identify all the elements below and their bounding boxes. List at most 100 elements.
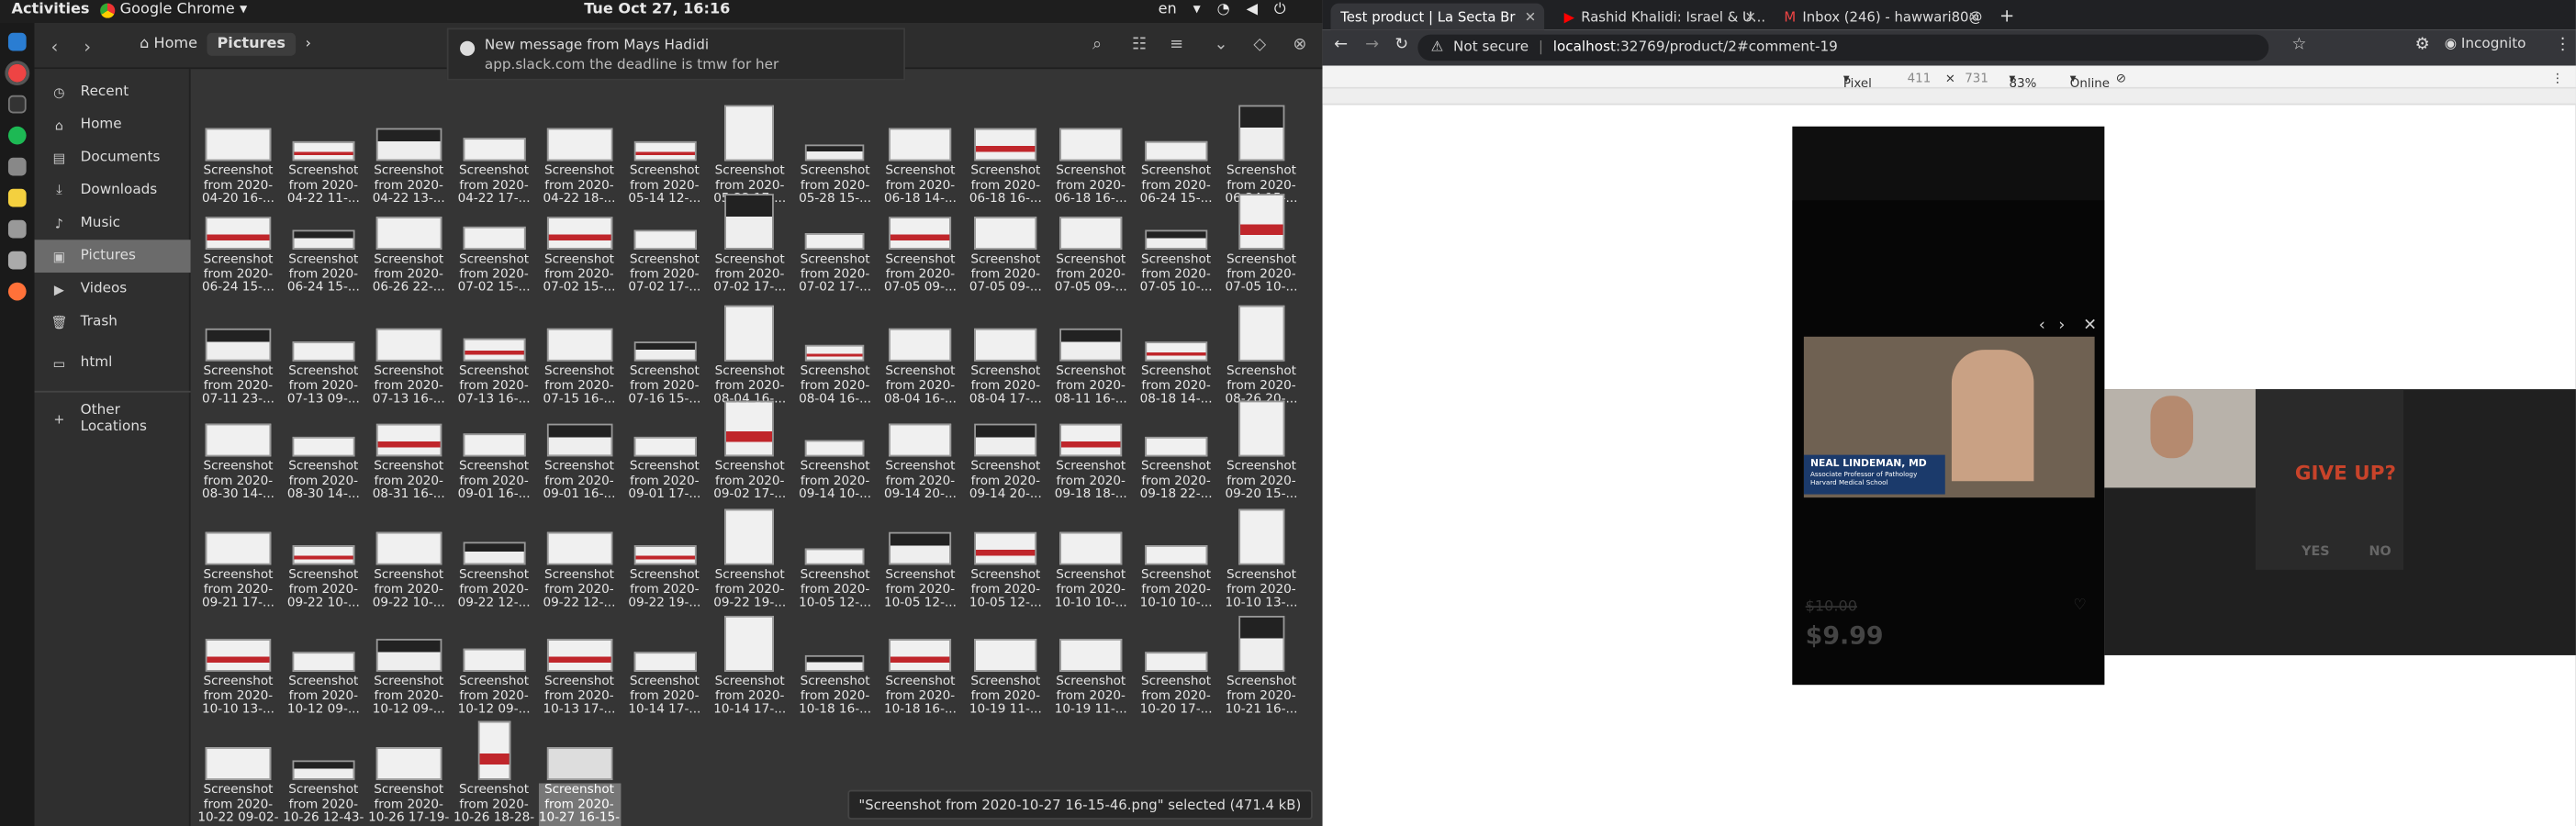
file-item[interactable]: Screenshot from 2020-09-22 10-... <box>367 506 449 609</box>
file-item[interactable]: Screenshot from 2020-08-04 17-... <box>965 302 1047 406</box>
device-height[interactable]: 731 <box>1965 71 1988 85</box>
close-icon[interactable]: ✕ <box>2083 317 2097 335</box>
video-frame[interactable]: NEAL LINDEMAN, MD Associate Professor of… <box>1803 336 2095 498</box>
file-item[interactable]: Screenshot from 2020-08-18 14-... <box>1135 302 1216 406</box>
new-tab-icon[interactable]: + <box>1999 5 2014 26</box>
file-item[interactable]: Screenshot from 2020-07-02 15-... <box>538 191 620 294</box>
tab-gmail[interactable]: M Inbox (246) - hawwari80@ ✕ <box>1775 4 1988 30</box>
clock[interactable]: Tue Oct 27, 16:16 <box>0 2 1315 18</box>
notification-banner[interactable]: New message from Mays Hadidi app.slack.c… <box>446 28 906 81</box>
language-indicator[interactable]: en <box>1159 2 1177 18</box>
kebab-menu-icon[interactable]: ⋮ <box>2555 36 2571 54</box>
file-item[interactable]: Screenshot from 2020-06-24 15-... <box>283 191 364 294</box>
back-icon[interactable]: ‹ <box>50 36 58 57</box>
file-item[interactable]: Screenshot from 2020-09-18 18-... <box>1049 397 1131 501</box>
notes-icon[interactable] <box>7 188 27 207</box>
file-item[interactable]: Screenshot from 2020-09-14 10-... <box>794 397 876 501</box>
file-item[interactable]: Screenshot from 2020-06-24 15-... <box>1135 102 1216 206</box>
file-item[interactable]: Screenshot from 2020-08-04 16-... <box>709 302 790 406</box>
spotify-icon[interactable] <box>7 126 27 145</box>
file-item[interactable]: Screenshot from 2020-07-13 16-... <box>453 302 534 406</box>
star-icon[interactable]: ☆ <box>2291 36 2306 54</box>
file-item[interactable]: Screenshot from 2020-04-22 17-... <box>453 102 534 206</box>
sidebar-item-home[interactable]: ⌂ Home <box>35 108 191 141</box>
crumb-home[interactable]: ⌂ Home <box>140 36 197 52</box>
network-select[interactable]: Online ▾ <box>2070 71 2110 90</box>
file-item[interactable]: Screenshot from 2020-10-12 09-... <box>453 612 534 716</box>
tools-icon[interactable] <box>7 251 27 270</box>
close-tab-icon[interactable]: ✕ <box>1968 8 1979 25</box>
file-item[interactable]: Screenshot from 2020-09-20 15-... <box>1220 397 1302 501</box>
tab-test-product[interactable]: Test product | La Secta Br ✕ <box>1330 3 1545 30</box>
tab-youtube[interactable]: ▶ Rashid Khalidi: Israel & U... ✕ <box>1554 4 1764 30</box>
heart-icon[interactable]: ♡ <box>2073 597 2086 614</box>
files-icon[interactable] <box>7 157 27 176</box>
file-item[interactable]: Screenshot from 2020-10-18 16-... <box>879 612 961 716</box>
file-item[interactable]: Screenshot from 2020-07-13 16-... <box>367 302 449 406</box>
file-item[interactable]: Screenshot from 2020-05-28 15-... <box>794 102 876 206</box>
file-item[interactable]: Screenshot from 2020-07-15 16-... <box>538 302 620 406</box>
sidebar-item-music[interactable]: ♪ Music <box>35 206 191 240</box>
file-item[interactable]: Screenshot from 2020-07-02 15-... <box>453 191 534 294</box>
file-item[interactable]: Screenshot from 2020-09-22 10-... <box>283 506 364 609</box>
file-item[interactable]: Screenshot from 2020-10-10 10-... <box>1135 506 1216 609</box>
file-item[interactable]: Screenshot from 2020-09-01 16-... <box>453 397 534 501</box>
file-item[interactable]: Screenshot from 2020-10-05 12-... <box>965 506 1047 609</box>
file-item[interactable]: Screenshot from 2020-06-26 22-... <box>367 191 449 294</box>
firefox-icon[interactable] <box>7 282 27 301</box>
zoom-select[interactable]: 83% ▾ <box>2010 71 2037 90</box>
kebab-menu-icon[interactable]: ⋮ <box>2551 71 2563 85</box>
extensions-icon[interactable]: ⚙ <box>2415 36 2430 54</box>
file-item[interactable]: Screenshot from 2020-10-14 17-... <box>709 612 790 716</box>
file-item[interactable]: Screenshot from 2020-09-01 16-... <box>538 397 620 501</box>
file-item[interactable]: Screenshot from 2020-06-18 14-... <box>879 102 961 206</box>
incognito-badge[interactable]: ◉ Incognito <box>2445 36 2526 52</box>
file-item[interactable]: Screenshot from 2020-08-26 20-... <box>1220 302 1302 406</box>
file-item[interactable]: Screenshot from 2020-09-22 19-... <box>623 506 705 609</box>
file-item[interactable]: Screenshot from 2020-07-05 09-... <box>879 191 961 294</box>
file-item[interactable]: Screenshot from 2020-07-02 17-... <box>709 191 790 294</box>
reload-icon[interactable]: ↻ <box>1394 36 1408 54</box>
file-item[interactable]: Screenshot from 2020-04-20 16-... <box>197 102 279 206</box>
file-item[interactable]: Screenshot from 2020-09-22 12-... <box>453 506 534 609</box>
sidebar-item-html[interactable]: ▭ html <box>35 347 191 380</box>
sidebar-item-documents[interactable]: ▤ Documents <box>35 141 191 174</box>
chevron-left-icon[interactable]: ‹ <box>2039 317 2045 335</box>
file-item[interactable]: Screenshot from 2020-07-05 09-... <box>1049 191 1131 294</box>
yes-button[interactable]: YES <box>2302 543 2329 558</box>
file-item[interactable]: Screenshot from 2020-07-05 10-... <box>1220 191 1302 294</box>
view-toggle-icon[interactable]: ☷ <box>1132 36 1147 54</box>
close-tab-icon[interactable]: ✕ <box>1525 8 1536 25</box>
file-item[interactable]: Screenshot from 2020-04-22 18-... <box>538 102 620 206</box>
file-item[interactable]: Screenshot from 2020-04-22 13-... <box>367 102 449 206</box>
file-item[interactable]: Screenshot from 2020-10-14 17-... <box>623 612 705 716</box>
file-item[interactable]: Screenshot from 2020-10-22 09-02-08.png <box>197 721 279 826</box>
forward-icon[interactable]: → <box>1365 36 1379 54</box>
file-item[interactable]: Screenshot from 2020-09-01 17-... <box>623 397 705 501</box>
sidebar-item-videos[interactable]: ▶ Videos <box>35 273 191 306</box>
close-icon[interactable]: ⊗ <box>1293 36 1306 54</box>
file-item[interactable]: Screenshot from 2020-05-22 17-... <box>709 102 790 206</box>
file-item[interactable]: Screenshot from 2020-10-19 11-... <box>965 612 1047 716</box>
file-item[interactable]: Screenshot from 2020-07-16 15-... <box>623 302 705 406</box>
file-item[interactable]: Screenshot from 2020-06-18 16-... <box>965 102 1047 206</box>
file-item[interactable]: Screenshot from 2020-10-05 12-... <box>794 506 876 609</box>
system-indicators[interactable]: en ▾ ◔ ◀ ⏻ <box>1159 2 1286 18</box>
sidebar-item-recent[interactable]: ◷ Recent <box>35 75 191 108</box>
file-item[interactable]: Screenshot from 2020-09-18 22-... <box>1135 397 1216 501</box>
file-item[interactable]: Screenshot from 2020-04-22 11-... <box>283 102 364 206</box>
sidebar-item-other-locations[interactable]: + Other Locations <box>35 402 191 435</box>
address-bar[interactable]: ⚠ Not secure | localhost:32769/product/2#co… <box>1417 34 2269 61</box>
file-item[interactable]: Screenshot from 2020-07-05 10-... <box>1135 191 1216 294</box>
file-item[interactable]: Screenshot from 2020-07-11 23-... <box>197 302 279 406</box>
file-item[interactable]: Screenshot from 2020-10-10 10-... <box>1049 506 1131 609</box>
sidebar-item-trash[interactable]: 🗑 Trash <box>35 306 191 339</box>
file-item[interactable]: Screenshot from 2020-10-10 13-... <box>1220 506 1302 609</box>
file-item[interactable]: Screenshot from 2020-09-21 17-... <box>197 506 279 609</box>
file-item[interactable]: Screenshot from 2020-06-18 16-... <box>1049 102 1131 206</box>
file-item[interactable]: Screenshot from 2020-08-04 16-... <box>879 302 961 406</box>
vscode-icon[interactable] <box>7 32 27 51</box>
file-item[interactable]: Screenshot from 2020-08-30 14-... <box>197 397 279 501</box>
file-item[interactable]: Screenshot from 2020-10-26 18-28-29.png <box>453 720 534 826</box>
sidebar-item-downloads[interactable]: ⤓ Downloads <box>35 174 191 207</box>
